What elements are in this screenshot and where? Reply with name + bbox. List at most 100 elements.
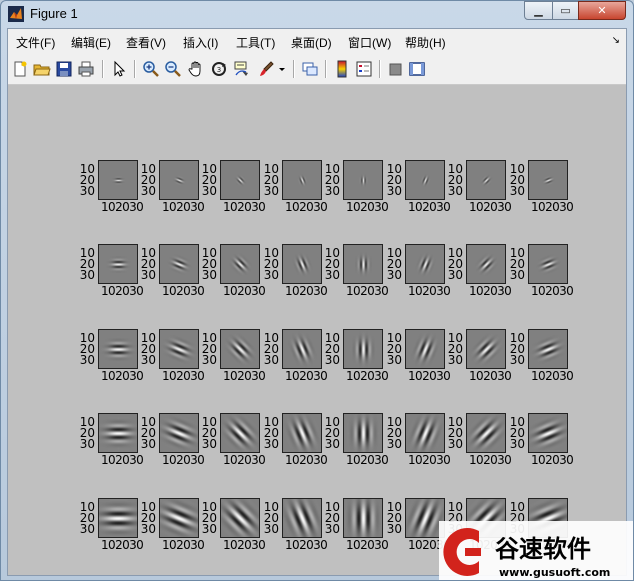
y-tick-label: 30 — [324, 353, 340, 367]
brush-icon — [260, 61, 274, 76]
y-tick-label: 30 — [79, 184, 95, 198]
x-tick-label: 102030 — [223, 453, 266, 467]
x-tick-label: 102030 — [101, 284, 144, 298]
maximize-button[interactable]: ▭ — [552, 1, 579, 20]
x-tick-label: 102030 — [223, 200, 266, 214]
x-tick-label: 102030 — [469, 453, 512, 467]
menu-window[interactable]: 窗口(W) — [348, 34, 391, 51]
x-tick-label: 102030 — [223, 284, 266, 298]
x-tick-label: 102030 — [223, 538, 266, 552]
x-tick-label: 102030 — [162, 200, 205, 214]
menu-insert[interactable]: 插入(I) — [183, 34, 218, 51]
y-tick-label: 30 — [509, 268, 525, 282]
new-figure-button[interactable] — [10, 59, 30, 79]
figure-toolbar: 3 — [8, 54, 626, 85]
y-tick-label: 30 — [324, 268, 340, 282]
colorbar-button[interactable] — [332, 59, 352, 79]
y-tick-label: 30 — [386, 268, 402, 282]
y-tick-label: 30 — [263, 268, 279, 282]
print-icon — [78, 61, 94, 77]
y-tick-label: 30 — [509, 437, 525, 451]
menu-edit[interactable]: 编辑(E) — [71, 34, 111, 51]
print-button[interactable] — [76, 59, 96, 79]
menu-tools[interactable]: 工具(T) — [236, 34, 275, 51]
watermark-brand: 谷速软件 — [495, 535, 591, 563]
y-tick-label: 30 — [324, 184, 340, 198]
y-tick-label: 30 — [79, 353, 95, 367]
menu-dock-arrow-icon[interactable]: ↘ — [612, 35, 620, 46]
brush-dropdown-button[interactable] — [276, 59, 288, 79]
y-tick-label: 30 — [201, 268, 217, 282]
title-bar[interactable]: Figure 1 ▁ ▭ ✕ — [1, 1, 633, 28]
save-button[interactable] — [54, 59, 74, 79]
save-icon — [56, 61, 72, 77]
x-tick-label: 102030 — [101, 369, 144, 383]
x-tick-label: 102030 — [101, 453, 144, 467]
figure-canvas[interactable]: 10 20 30 102030 10 20 30 102030 10 20 30 102030 10 20… — [8, 85, 626, 575]
brush-button[interactable] — [256, 59, 276, 79]
y-tick-label: 30 — [140, 268, 156, 282]
y-tick-label: 30 — [140, 184, 156, 198]
close-icon: ✕ — [597, 4, 607, 17]
menu-file[interactable]: 文件(F) — [16, 34, 55, 51]
x-tick-label: 102030 — [408, 284, 451, 298]
y-tick-label: 30 — [79, 268, 95, 282]
open-file-button[interactable] — [32, 59, 52, 79]
legend-button[interactable] — [354, 59, 374, 79]
y-tick-label: 30 — [140, 522, 156, 536]
figure-client-area: 文件(F) 编辑(E) 查看(V) 插入(I) 工具(T) 桌面(D) 窗口(W… — [7, 28, 627, 576]
y-tick-label: 30 — [263, 522, 279, 536]
x-tick-label: 102030 — [162, 284, 205, 298]
y-tick-label: 30 — [386, 437, 402, 451]
zoom-in-button[interactable] — [141, 59, 161, 79]
y-tick-label: 30 — [201, 184, 217, 198]
y-tick-label: 30 — [263, 353, 279, 367]
y-tick-label: 30 — [386, 353, 402, 367]
window-title: Figure 1 — [30, 6, 78, 21]
close-button[interactable]: ✕ — [578, 1, 626, 20]
y-tick-label: 30 — [509, 184, 525, 198]
hide-plot-tools-button[interactable] — [385, 59, 405, 79]
x-tick-label: 102030 — [285, 200, 328, 214]
zoom-out-icon — [165, 61, 181, 77]
x-tick-label: 102030 — [408, 453, 451, 467]
x-tick-label: 102030 — [531, 200, 574, 214]
x-tick-label: 102030 — [346, 284, 389, 298]
gabor-subplot[interactable] — [528, 413, 568, 453]
y-tick-label: 30 — [140, 353, 156, 367]
figure-window: Figure 1 ▁ ▭ ✕ 文件(F) 编辑(E) 查看(V) 插入(I) 工… — [0, 0, 634, 581]
rotate-3d-icon: 3 — [212, 62, 226, 76]
x-tick-label: 102030 — [531, 453, 574, 467]
gabor-subplot[interactable] — [528, 160, 568, 200]
show-plot-tools-icon — [409, 62, 425, 76]
zoom-out-button[interactable] — [163, 59, 183, 79]
data-cursor-icon — [234, 61, 248, 76]
toolbar-separator — [379, 60, 381, 78]
menu-view[interactable]: 查看(V) — [126, 34, 166, 51]
x-tick-label: 102030 — [162, 538, 205, 552]
show-plot-tools-button[interactable] — [407, 59, 427, 79]
gabor-subplot[interactable] — [528, 244, 568, 284]
rotate-3d-button[interactable]: 3 — [209, 59, 229, 79]
y-tick-label: 30 — [201, 353, 217, 367]
edit-plot-button[interactable] — [109, 59, 129, 79]
menu-desktop[interactable]: 桌面(D) — [291, 34, 332, 51]
y-tick-label: 30 — [79, 522, 95, 536]
open-file-icon — [33, 64, 51, 76]
menu-help[interactable]: 帮助(H) — [405, 34, 446, 51]
watermark-url: www.gusuoft.com — [499, 566, 610, 579]
minimize-button[interactable]: ▁ — [524, 1, 553, 20]
link-plot-button[interactable] — [300, 59, 320, 79]
toolbar-separator — [293, 60, 295, 78]
x-tick-label: 102030 — [285, 284, 328, 298]
toolbar-separator — [102, 60, 104, 78]
arrow-pointer-icon — [114, 60, 126, 77]
pan-hand-icon — [188, 61, 201, 77]
y-tick-label: 30 — [386, 522, 402, 536]
pan-button[interactable] — [186, 59, 206, 79]
hide-plot-tools-icon — [389, 63, 402, 76]
legend-icon — [356, 61, 372, 77]
x-tick-label: 102030 — [469, 200, 512, 214]
data-cursor-button[interactable] — [232, 59, 252, 79]
gabor-subplot[interactable] — [528, 329, 568, 369]
